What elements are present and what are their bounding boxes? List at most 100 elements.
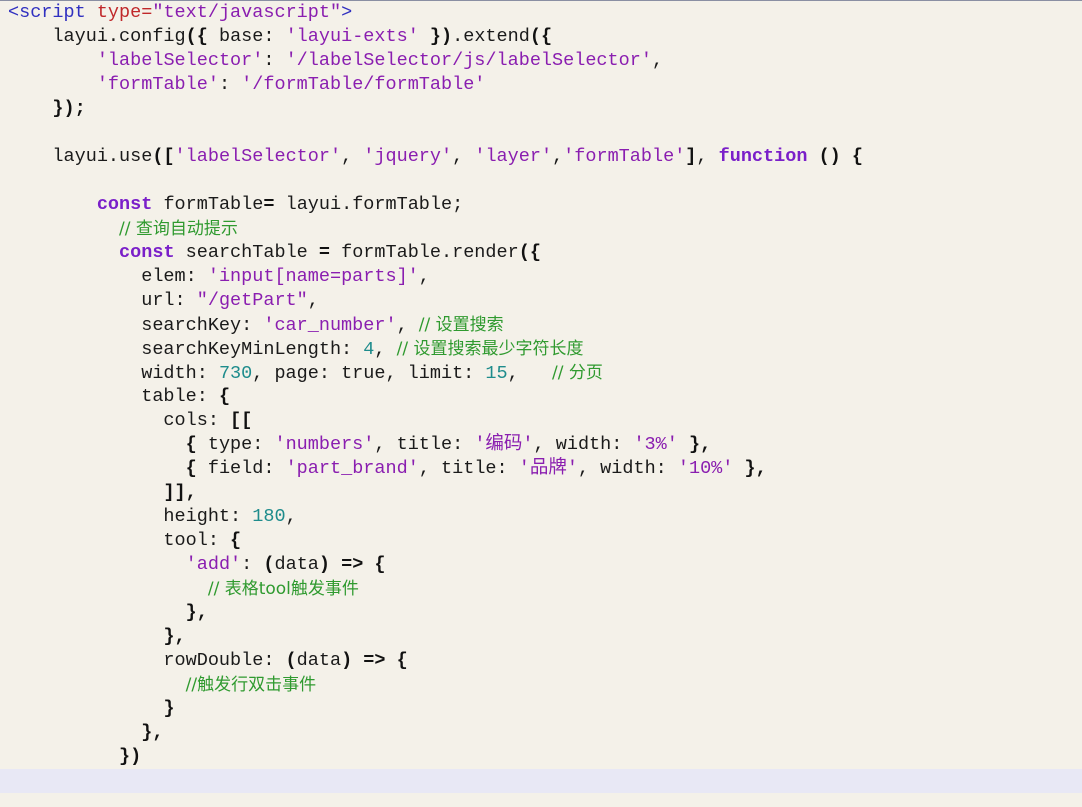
code-token-tag: > <box>341 2 353 23</box>
code-token-id: , <box>285 506 297 527</box>
code-line[interactable]: }, <box>0 625 1082 649</box>
code-token-str: 'jquery' <box>363 146 453 167</box>
code-token-id <box>8 50 97 71</box>
code-line[interactable]: table: { <box>0 385 1082 409</box>
code-token-id: width: <box>8 363 219 384</box>
code-token-tag: <script <box>8 2 97 23</box>
code-line[interactable]: searchKeyMinLength: 4, // 设置搜索最少字符长度 <box>0 337 1082 361</box>
code-token-str: "text/javascript" <box>152 2 342 23</box>
current-line[interactable] <box>0 769 1082 793</box>
code-token-pun: }) <box>119 746 142 767</box>
code-token-str: 'add' <box>185 554 242 575</box>
code-line[interactable]: }) <box>0 745 1082 769</box>
code-token-id: formTable <box>152 194 264 215</box>
code-line[interactable] <box>0 121 1082 145</box>
code-line[interactable]: tool: { <box>0 529 1082 553</box>
code-token-num: 4 <box>363 339 375 360</box>
code-token-pun: }, <box>688 434 712 455</box>
code-token-pun: ) => { <box>341 650 408 671</box>
code-token-id: .extend <box>452 26 530 47</box>
code-line[interactable]: rowDouble: (data) => { <box>0 649 1082 673</box>
code-line[interactable]: cols: [[ <box>0 409 1082 433</box>
code-line[interactable]: 'labelSelector': '/labelSelector/js/labe… <box>0 49 1082 73</box>
code-line[interactable]: // 表格tool触发事件 <box>0 577 1082 601</box>
code-line[interactable]: layui.config({ base: 'layui-exts' }).ext… <box>0 25 1082 49</box>
code-token-id: layui.use <box>8 146 153 167</box>
code-line[interactable]: }); <box>0 97 1082 121</box>
code-token-pun: { <box>185 458 197 479</box>
code-token-pun: [[ <box>230 410 253 431</box>
code-token-str: '3%' <box>633 434 678 455</box>
code-line[interactable]: }, <box>0 721 1082 745</box>
code-token-pun: }) <box>418 26 453 47</box>
code-line[interactable]: { field: 'part_brand', title: '品牌', widt… <box>0 457 1082 481</box>
code-token-id: elem: <box>8 266 208 287</box>
code-line[interactable] <box>0 169 1082 193</box>
code-token-id: cols: <box>8 410 231 431</box>
code-token-str: '10%' <box>677 458 734 479</box>
code-line[interactable]: elem: 'input[name=parts]', <box>0 265 1082 289</box>
code-token-id <box>8 722 141 743</box>
code-token-pun: = <box>263 194 275 215</box>
code-token-id: , width: <box>533 434 634 455</box>
code-token-pun: }, <box>163 626 186 647</box>
code-token-str: 'labelSelector' <box>174 146 342 167</box>
code-line[interactable]: url: "/getPart", <box>0 289 1082 313</box>
code-token-id <box>8 626 163 647</box>
code-token-id: , <box>396 315 419 336</box>
code-line[interactable]: 'add': (data) => { <box>0 553 1082 577</box>
code-token-attr: type= <box>96 2 153 23</box>
code-token-id: searchKey: <box>8 315 264 336</box>
code-token-pun: }, <box>744 458 767 479</box>
code-token-pun: } <box>163 698 175 719</box>
code-token-id: : <box>241 554 264 575</box>
code-line[interactable]: { type: 'numbers', title: '编码', width: '… <box>0 433 1082 457</box>
code-token-str: '品牌' <box>518 458 578 479</box>
code-line[interactable]: height: 180, <box>0 505 1082 529</box>
code-token-com: // 表格tool触发事件 <box>207 579 359 599</box>
code-token-id: , width: <box>577 458 678 479</box>
code-line[interactable]: } <box>0 697 1082 721</box>
code-token-id: data <box>274 554 319 575</box>
code-token-id: , <box>452 146 475 167</box>
code-token-id: , <box>341 146 364 167</box>
code-token-id: type: <box>196 434 275 455</box>
code-token-pun: { <box>218 386 231 407</box>
code-line[interactable]: <script type="text/javascript"> <box>0 1 1082 25</box>
code-line[interactable]: layui.use(['labelSelector', 'jquery', 'l… <box>0 145 1082 169</box>
code-line[interactable]: ]], <box>0 481 1082 505</box>
code-line[interactable]: //触发行双击事件 <box>0 673 1082 697</box>
code-line[interactable]: width: 730, page: true, limit: 15, // 分页 <box>0 361 1082 385</box>
code-token-id: formTable.render <box>329 242 519 263</box>
code-token-pun: }, <box>185 602 208 623</box>
code-token-id: table: <box>8 386 219 407</box>
code-token-com: // 设置搜索 <box>418 315 504 335</box>
code-line[interactable]: const searchTable = formTable.render({ <box>0 241 1082 265</box>
code-editor[interactable]: <script type="text/javascript"> layui.co… <box>0 0 1082 807</box>
code-token-kw: function <box>718 146 808 167</box>
code-token-pun: () { <box>818 146 863 167</box>
code-token-num: 730 <box>218 363 253 384</box>
code-line[interactable]: searchKey: 'car_number', // 设置搜索 <box>0 313 1082 337</box>
code-token-id: , <box>418 266 430 287</box>
code-token-num: 15 <box>485 363 508 384</box>
code-content[interactable]: <script type="text/javascript"> layui.co… <box>0 1 1082 793</box>
code-token-id <box>8 194 97 215</box>
code-line[interactable]: }, <box>0 601 1082 625</box>
code-token-str: 'numbers' <box>274 434 375 455</box>
code-token-id <box>8 458 186 479</box>
code-token-id <box>8 675 186 696</box>
code-token-id: , title: <box>418 458 519 479</box>
code-token-id: url: <box>8 290 197 311</box>
code-token-id: : <box>263 50 286 71</box>
code-line[interactable]: const formTable= layui.formTable; <box>0 193 1082 217</box>
code-token-pun: ] <box>685 146 697 167</box>
code-token-pun: }, <box>141 722 164 743</box>
code-token-com: // 设置搜索最少字符长度 <box>396 339 584 359</box>
code-token-pun: ([ <box>152 146 175 167</box>
code-line[interactable]: // 查询自动提示 <box>0 217 1082 241</box>
code-token-str: "/getPart" <box>196 290 308 311</box>
code-token-com: //触发行双击事件 <box>185 675 317 695</box>
code-line[interactable]: 'formTable': '/formTable/formTable' <box>0 73 1082 97</box>
code-token-id <box>8 554 186 575</box>
